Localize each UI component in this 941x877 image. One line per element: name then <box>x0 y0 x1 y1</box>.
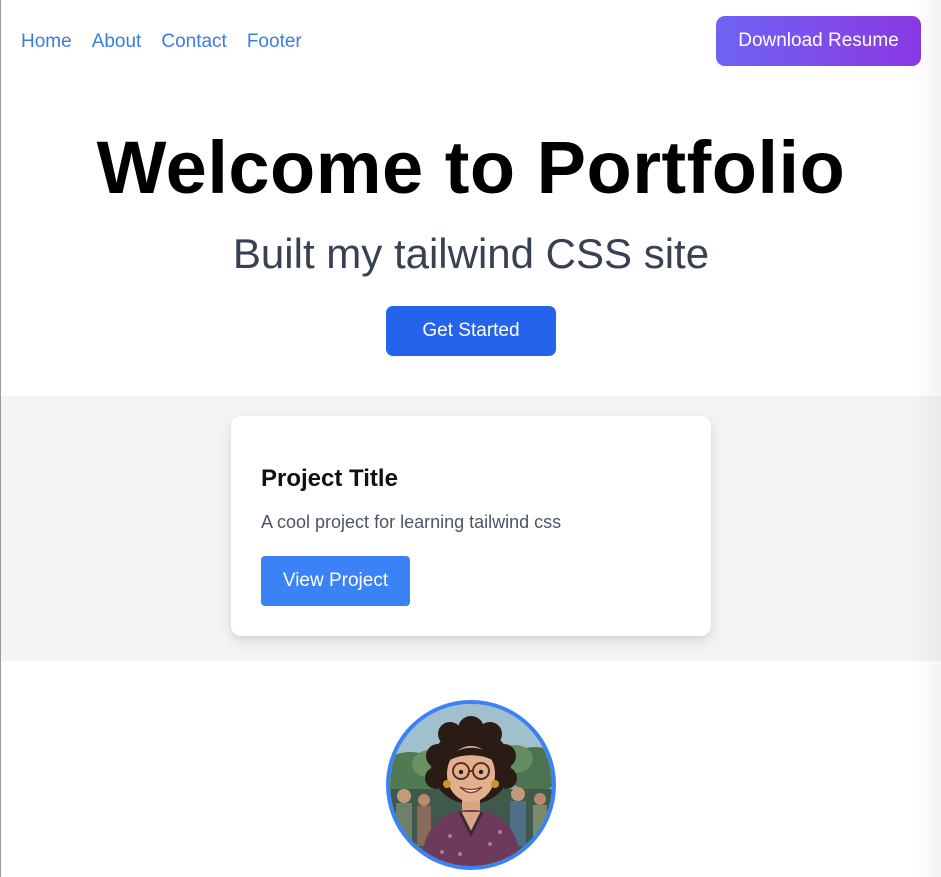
top-navigation: Home About Contact Footer Download Resum… <box>1 0 941 84</box>
download-resume-button[interactable]: Download Resume <box>716 16 921 66</box>
avatar <box>386 700 556 870</box>
projects-section: Project Title A cool project for learnin… <box>1 396 941 661</box>
project-title: Project Title <box>261 465 398 492</box>
get-started-button[interactable]: Get Started <box>386 306 556 356</box>
hero-title: Welcome to Portfolio <box>96 126 846 209</box>
project-card: Project Title A cool project for learnin… <box>231 416 711 636</box>
nav-link-home[interactable]: Home <box>21 30 72 54</box>
profile-photo-icon <box>390 704 552 866</box>
nav-link-footer[interactable]: Footer <box>247 30 302 54</box>
nav-link-about[interactable]: About <box>92 30 142 54</box>
project-description: A cool project for learning tailwind css <box>261 512 562 532</box>
nav-links: Home About Contact Footer <box>21 30 302 54</box>
view-project-button[interactable]: View Project <box>261 556 410 606</box>
nav-link-contact[interactable]: Contact <box>161 30 226 54</box>
hero-subtitle: Built my tailwind CSS site <box>232 230 710 277</box>
